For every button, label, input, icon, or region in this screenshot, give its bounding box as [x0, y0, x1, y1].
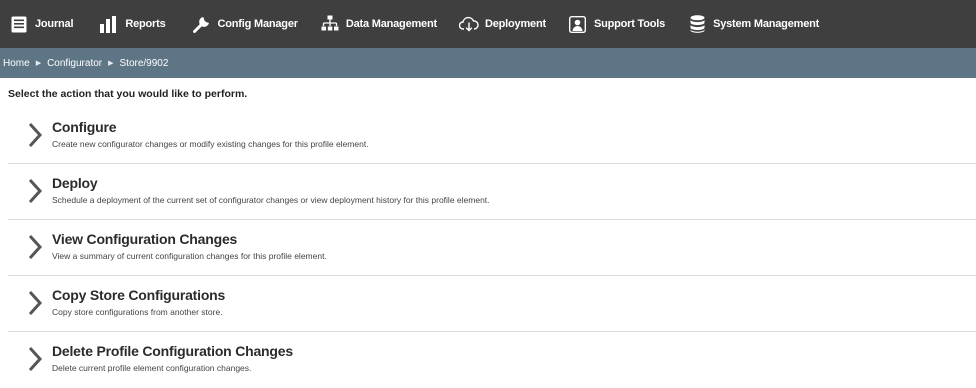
chevron-right-icon: [28, 346, 43, 372]
breadcrumb-separator-icon: ▶: [35, 59, 42, 67]
action-view-configuration-changes[interactable]: View Configuration Changes View a summar…: [8, 220, 976, 276]
nav-support-tools[interactable]: Support Tools: [568, 0, 665, 48]
nav-data-management-label: Data Management: [345, 18, 437, 30]
breadcrumb-home[interactable]: Home: [3, 58, 30, 69]
action-description: Schedule a deployment of the current set…: [52, 195, 490, 205]
support-user-icon: [568, 14, 588, 34]
cloud-download-icon: [458, 14, 479, 34]
chevron-right-icon: [28, 178, 43, 204]
breadcrumb-configurator[interactable]: Configurator: [47, 58, 102, 69]
main-content: Select the action that you would like to…: [0, 78, 976, 385]
chevron-right-icon: [28, 234, 43, 260]
bar-chart-icon: [99, 14, 119, 34]
action-title: Delete Profile Configuration Changes: [52, 343, 293, 359]
action-configure[interactable]: Configure Create new configurator change…: [8, 108, 976, 164]
action-copy-store-configurations[interactable]: Copy Store Configurations Copy store con…: [8, 276, 976, 332]
nav-deployment-label: Deployment: [484, 18, 546, 30]
nav-system-management[interactable]: System Management: [687, 0, 819, 48]
breadcrumb-separator-icon: ▶: [108, 59, 114, 67]
action-description: Create new configurator changes or modif…: [52, 139, 369, 149]
nav-journal[interactable]: Journal: [9, 0, 74, 48]
database-icon: [687, 14, 707, 34]
action-description: View a summary of current configuration …: [52, 251, 327, 261]
nav-support-tools-label: Support Tools: [593, 18, 666, 30]
action-delete-profile-configuration-changes[interactable]: Delete Profile Configuration Changes Del…: [8, 332, 976, 388]
breadcrumb: Home ▶ Configurator ▶ Store/9902: [0, 48, 976, 78]
nav-data-management[interactable]: Data Management: [320, 0, 437, 48]
top-navigation-bar: Journal Reports Config Manager Data Mana…: [0, 0, 976, 48]
action-title: View Configuration Changes: [52, 231, 238, 247]
nav-reports[interactable]: Reports: [99, 0, 166, 48]
action-description: Delete current profile element configura…: [52, 363, 252, 373]
action-title: Deploy: [52, 175, 98, 191]
chevron-right-icon: [28, 122, 43, 148]
action-title: Copy Store Configurations: [52, 287, 226, 303]
breadcrumb-current-store: Store/9902: [119, 57, 169, 69]
action-list: Configure Create new configurator change…: [8, 108, 976, 388]
action-description: Copy store configurations from another s…: [52, 307, 223, 317]
nav-journal-label: Journal: [35, 18, 74, 30]
action-prompt: Select the action that you would like to…: [8, 88, 248, 100]
nav-deployment[interactable]: Deployment: [458, 0, 546, 48]
nav-reports-label: Reports: [125, 18, 166, 30]
journal-icon: [9, 14, 29, 34]
chevron-right-icon: [28, 290, 43, 316]
nav-system-management-label: System Management: [713, 18, 820, 30]
hierarchy-icon: [320, 14, 340, 34]
nav-config-manager[interactable]: Config Manager: [192, 0, 298, 48]
action-deploy[interactable]: Deploy Schedule a deployment of the curr…: [8, 164, 976, 220]
wrench-icon: [192, 14, 212, 34]
action-title: Configure: [52, 119, 117, 135]
nav-config-manager-label: Config Manager: [217, 18, 299, 30]
